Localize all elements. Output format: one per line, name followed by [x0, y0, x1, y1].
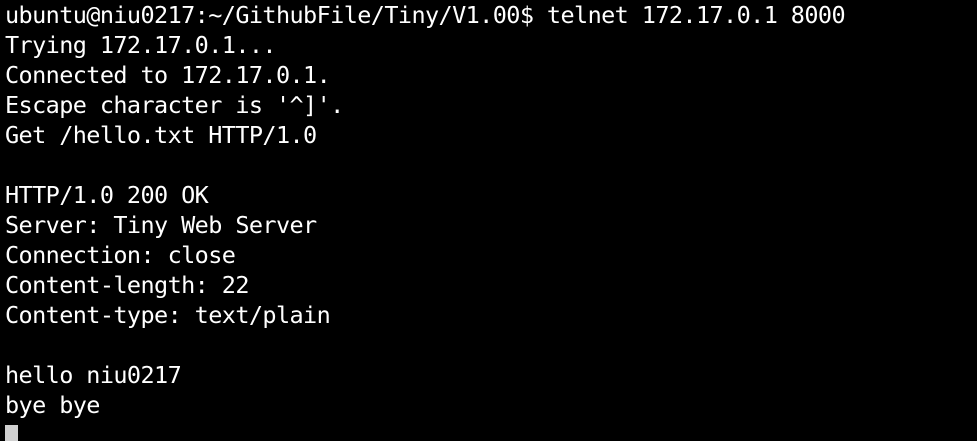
terminal-line-prompt-command: ubuntu@niu0217:~/GithubFile/Tiny/V1.00$ … [5, 1, 846, 29]
terminal-line-server-header: Server: Tiny Web Server [5, 211, 317, 239]
terminal-line-content-length-header: Content-length: 22 [5, 271, 249, 299]
terminal-line-escape-character: Escape character is '^]'. [5, 91, 344, 119]
terminal-cursor [5, 425, 18, 441]
terminal-line-connection-header: Connection: close [5, 241, 236, 269]
terminal-line-body: bye bye [5, 391, 100, 419]
terminal-line-http-request: Get /hello.txt HTTP/1.0 [5, 121, 317, 149]
terminal-line-connected: Connected to 172.17.0.1. [5, 61, 331, 89]
terminal-line-trying: Trying 172.17.0.1... [5, 31, 277, 59]
terminal-line-body: hello niu0217 [5, 361, 182, 389]
terminal-line-cursor[interactable] [5, 420, 977, 441]
terminal-line-content-type-header: Content-type: text/plain [5, 301, 331, 329]
terminal-line-status: HTTP/1.0 200 OK [5, 181, 209, 209]
terminal-window[interactable]: ubuntu@niu0217:~/GithubFile/Tiny/V1.00$ … [0, 0, 977, 441]
